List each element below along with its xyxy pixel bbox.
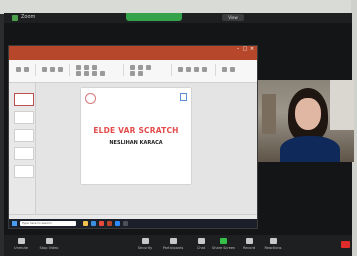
end-meeting-button[interactable]	[341, 241, 350, 248]
record-button[interactable]: Record	[238, 238, 260, 250]
slide-thumbnail[interactable]	[14, 129, 34, 142]
file-explorer-icon[interactable]	[83, 221, 88, 226]
powerpoint-icon[interactable]	[107, 221, 112, 226]
participant-face	[295, 98, 321, 130]
ribbon-group-slides[interactable]	[39, 64, 70, 76]
topbar-title: Zoom	[21, 14, 36, 20]
reactions-button[interactable]: Reactions	[262, 238, 284, 250]
participants-icon	[169, 238, 177, 244]
current-slide[interactable]: ELDE VAR SCRATCH NESLIHAN KARACA	[81, 88, 191, 184]
record-icon	[245, 238, 253, 244]
presenter-name: NESLIHAN KARACA	[109, 140, 163, 146]
reactions-icon	[269, 238, 277, 244]
screen-share-banner[interactable]	[126, 13, 182, 21]
shield-icon[interactable]	[12, 15, 18, 21]
monitor-bezel-top	[0, 0, 357, 14]
share-screen-icon	[219, 238, 227, 244]
security-shield-icon	[141, 238, 149, 244]
zoom-topbar: Zoom View	[4, 13, 352, 23]
ppt-titlebar: – □ ×	[9, 46, 257, 54]
participant-video-tile[interactable]	[258, 80, 354, 162]
view-button[interactable]: View	[222, 14, 244, 21]
chat-button[interactable]: Chat	[190, 238, 212, 250]
video-window-light	[330, 80, 354, 130]
chrome-icon[interactable]	[99, 221, 104, 226]
edge-icon[interactable]	[91, 221, 96, 226]
participant-body	[280, 136, 340, 162]
share-screen-button[interactable]: Share Screen	[212, 238, 235, 250]
slide-title: ELDE VAR SCRATCH	[93, 126, 179, 135]
school-seal-icon	[85, 93, 96, 104]
chat-icon	[197, 238, 205, 244]
windows-taskbar: Type here to search	[9, 219, 257, 228]
slide-thumbnail[interactable]	[14, 147, 34, 160]
zoom-window: Zoom View – □ × ELDE VAR SCRATCH NESLIHA…	[4, 13, 354, 256]
video-button[interactable]: Stop Video	[38, 238, 60, 250]
ribbon-group-font[interactable]	[73, 64, 124, 76]
mute-button[interactable]: Unmute	[10, 238, 32, 250]
minimize-icon[interactable]: –	[235, 47, 241, 52]
slide-thumbnail[interactable]	[14, 165, 34, 178]
maximize-icon[interactable]: □	[242, 47, 248, 52]
zoom-app-icon[interactable]	[115, 221, 120, 226]
video-shelf	[262, 94, 276, 134]
ribbon	[9, 60, 257, 83]
powerpoint-window: – □ × ELDE VAR SCRATCH NESLIHAN KARACA T…	[8, 45, 258, 229]
camera-icon	[45, 238, 53, 244]
slide-thumbnail[interactable]	[14, 93, 34, 106]
document-icon	[180, 93, 187, 101]
participants-button[interactable]: Participants	[162, 238, 184, 250]
slide-thumbnails-panel	[9, 83, 36, 214]
store-icon[interactable]	[123, 221, 128, 226]
ribbon-group-drawing[interactable]	[175, 64, 216, 76]
security-button[interactable]: Security	[134, 238, 156, 250]
ribbon-group-editing[interactable]	[219, 64, 249, 76]
slide-thumbnail[interactable]	[14, 111, 34, 124]
taskbar-search-input[interactable]: Type here to search	[20, 221, 76, 226]
microphone-icon	[17, 238, 25, 244]
ribbon-group-clipboard[interactable]	[13, 64, 36, 76]
close-icon[interactable]: ×	[249, 47, 255, 52]
windows-start-icon[interactable]	[12, 221, 17, 226]
zoom-meeting-toolbar: Unmute Stop Video Security Participants …	[4, 235, 352, 256]
ribbon-group-paragraph[interactable]	[127, 64, 172, 76]
